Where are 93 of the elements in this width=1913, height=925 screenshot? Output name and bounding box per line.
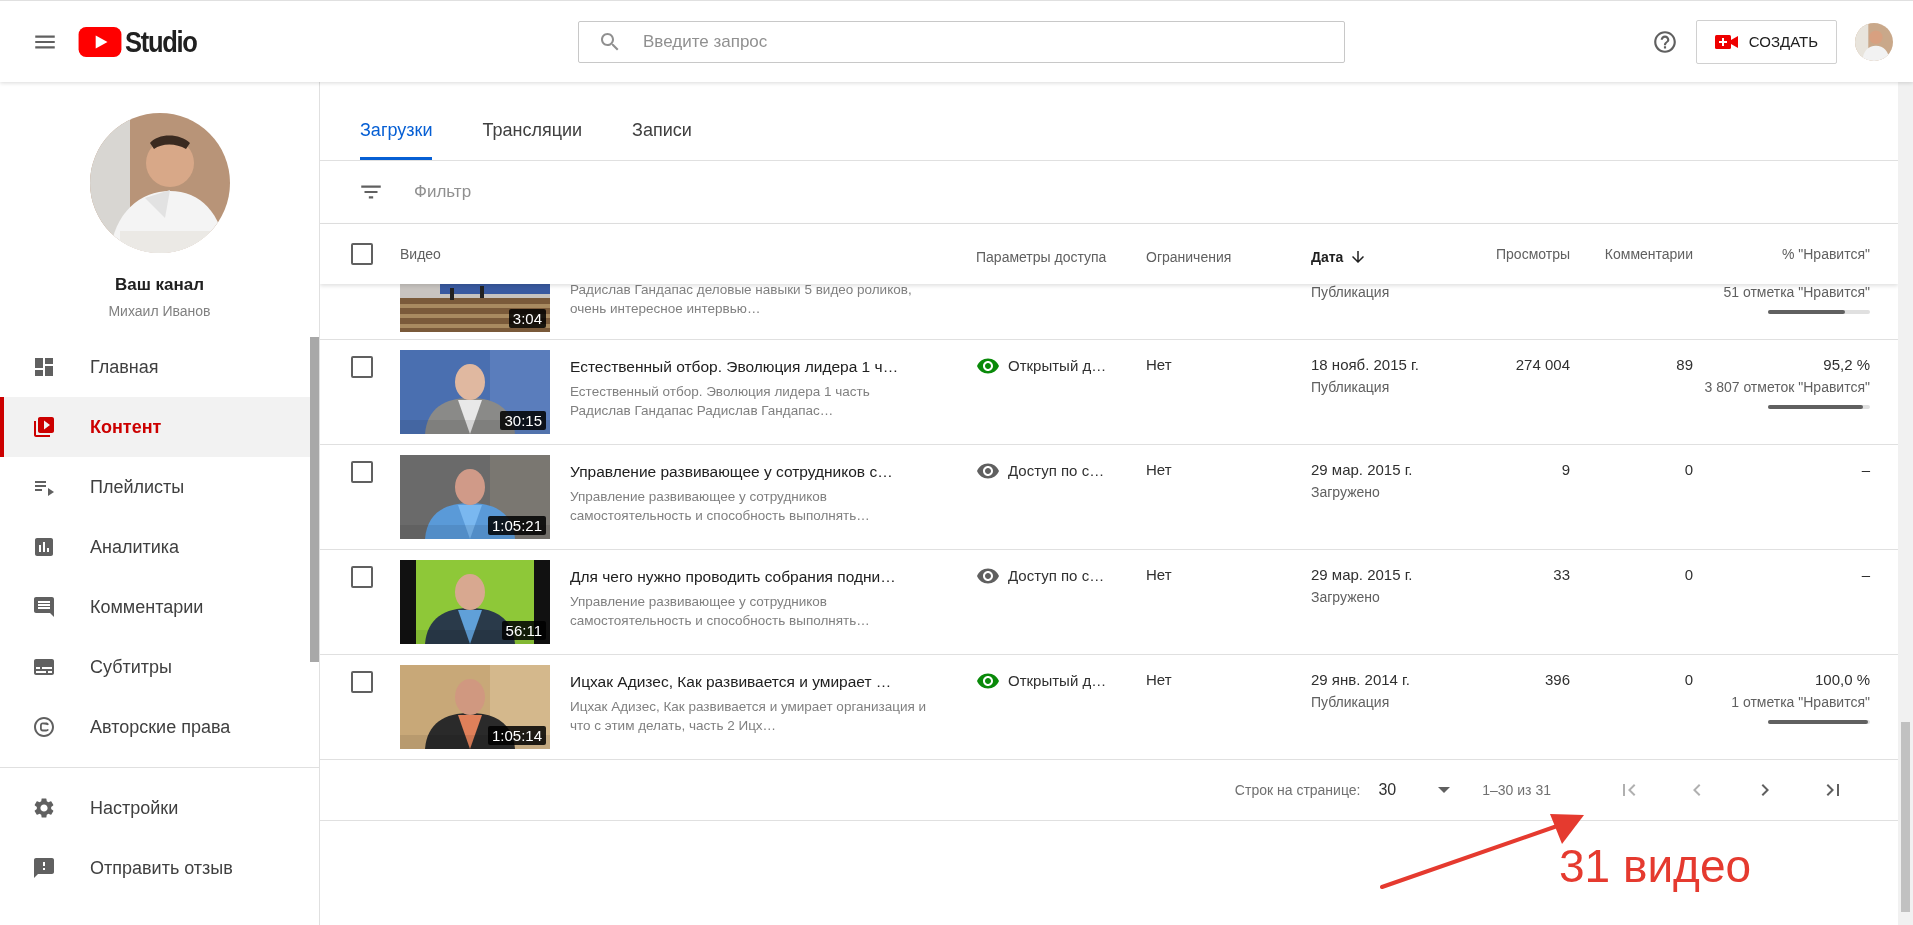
checkbox[interactable] — [351, 461, 373, 483]
restrictions-cell: Нет — [1146, 671, 1172, 688]
video-description: Естественный отбор. Эволюция лидера 1 часть Радислав Гандапас Радислав Гандапас… — [570, 383, 871, 420]
visibility-label[interactable]: Доступ по с… — [1008, 564, 1105, 584]
date-cell-text: 29 янв. 2014 г. — [1311, 671, 1411, 688]
views-cell: 274 004 — [1515, 356, 1570, 373]
restrictions-cell: Нет — [1146, 461, 1172, 478]
annotation-text: 31 видео — [1559, 839, 1752, 893]
scrollbar[interactable] — [310, 337, 319, 662]
rows-per-page-select[interactable]: 30 — [1378, 781, 1451, 799]
restrictions-cell: Нет — [1146, 356, 1172, 373]
views-cell: 396 — [1544, 671, 1570, 688]
duration-badge: 30:15 — [500, 411, 546, 430]
comments-cell: 0 — [1684, 461, 1693, 478]
duration-badge: 1:05:21 — [487, 516, 546, 535]
column-header[interactable]: Просмотры — [1470, 246, 1570, 262]
tab[interactable]: Записи — [632, 120, 692, 160]
likes-percent: 95,2 % — [1823, 356, 1870, 373]
column-header[interactable]: Дата — [1311, 242, 1470, 266]
date-cell-text: 29 мар. 2015 г. — [1311, 566, 1414, 583]
nav-item[interactable]: Плейлисты — [0, 457, 310, 517]
duration-badge: 56:11 — [501, 621, 546, 640]
date-status: Загружено — [1311, 589, 1381, 605]
column-header[interactable]: Видео — [400, 246, 966, 262]
nav-item[interactable]: Субтитры — [0, 637, 310, 697]
likes-percent: – — [1861, 566, 1870, 583]
logo-text[interactable]: Studio — [125, 24, 197, 59]
visibility-label[interactable]: Открытый д… — [1008, 354, 1107, 374]
video-title[interactable]: Для чего нужно проводить собрания подни… — [570, 568, 930, 586]
column-header[interactable]: Параметры доступа — [966, 243, 1136, 265]
search-field[interactable]: Введите запрос — [578, 20, 1345, 63]
video-title[interactable]: Естественный отбор. Эволюция лидера 1 ч… — [570, 358, 930, 376]
nav-item[interactable]: Аналитика — [0, 517, 310, 577]
tab[interactable]: Загрузки — [360, 120, 433, 160]
duration-badge: 1:05:14 — [487, 726, 546, 745]
video-description: Радислав Гандапас деловые навыки 5 видео роликов, очень интересное интервью… — [570, 281, 913, 318]
likes-count: 1 отметка "Нравится" — [1731, 694, 1870, 710]
channel-title: Ваш канал — [114, 275, 205, 295]
video-title[interactable]: Управление развивающее у сотрудников с… — [570, 463, 930, 481]
checkbox[interactable] — [351, 671, 373, 693]
date-status: Публикация — [1311, 694, 1391, 710]
date-status: Публикация — [1311, 284, 1391, 300]
nav-item[interactable]: Комментарии — [0, 577, 310, 637]
checkbox[interactable] — [351, 356, 373, 378]
nav-item[interactable]: Авторские права — [0, 697, 310, 757]
scrollbar[interactable] — [1898, 82, 1913, 925]
nav-item[interactable]: Настройки — [0, 778, 310, 838]
dropdown-icon — [1438, 787, 1451, 793]
nav-item[interactable]: Отправить отзыв — [0, 838, 310, 898]
rows-per-page-label: Строк на странице: — [1234, 782, 1361, 798]
comments-cell: 0 — [1684, 671, 1693, 688]
date-cell-text: 29 мар. 2015 г. — [1311, 461, 1414, 478]
checkbox[interactable] — [351, 566, 373, 588]
likes-percent: – — [1861, 461, 1870, 478]
likes-count: 51 отметка "Нравится" — [1723, 284, 1870, 300]
video-description: Управление развивающее у сотрудников самостоятельность и способность выполнять… — [570, 593, 871, 630]
visibility-label[interactable]: Доступ по с… — [1008, 459, 1105, 479]
date-status: Публикация — [1311, 379, 1391, 395]
column-header[interactable]: % "Нравится" — [1693, 246, 1870, 262]
settings-icon — [32, 796, 56, 820]
copyright-icon — [32, 715, 56, 739]
nav-item[interactable]: Контент — [0, 397, 310, 457]
date-status: Загружено — [1311, 484, 1381, 500]
views-cell: 9 — [1561, 461, 1570, 478]
likes-count: 3 807 отметок "Нравится" — [1704, 379, 1870, 395]
duration-badge: 3:04 — [508, 309, 546, 328]
checkbox[interactable] — [351, 243, 373, 265]
video-camera-icon — [1714, 32, 1739, 51]
play-logo-icon[interactable] — [78, 26, 122, 57]
date-cell-text: 18 нояб. 2015 г. — [1311, 356, 1420, 373]
tab[interactable]: Трансляции — [482, 120, 583, 160]
column-header[interactable]: Комментарии — [1570, 246, 1693, 262]
views-cell: 33 — [1553, 566, 1570, 583]
page-range: 1–30 из 31 — [1482, 782, 1551, 798]
video-title[interactable]: Ицхак Адизес, Как развивается и умирает … — [570, 673, 930, 691]
help-icon[interactable] — [1651, 28, 1678, 55]
visibility-label[interactable]: Открытый д… — [1008, 669, 1107, 689]
filter-field[interactable]: Фильтр — [412, 181, 1898, 203]
dashboard-icon — [32, 355, 56, 379]
channel-name: Михаил Иванов — [108, 303, 211, 319]
nav-item[interactable]: Главная — [0, 337, 310, 397]
comments-cell: 89 — [1676, 356, 1693, 373]
likes-percent: 100,0 % — [1814, 671, 1870, 688]
bar-chart-icon — [32, 535, 56, 559]
column-header[interactable]: Ограничения — [1136, 243, 1311, 265]
video-description: Ицхак Адизес, Как развивается и умирает организация и что с этим делать, часть 2 Ицх… — [570, 698, 928, 735]
video-description: Управление развивающее у сотрудников самостоятельность и способность выполнять… — [570, 488, 871, 525]
comment-icon — [32, 595, 56, 619]
feedback-icon — [32, 856, 56, 880]
video-library-icon — [32, 415, 56, 439]
comments-cell: 0 — [1684, 566, 1693, 583]
create-button[interactable]: СОЗДАТЬ — [1695, 19, 1837, 64]
restrictions-cell: Нет — [1146, 566, 1172, 583]
